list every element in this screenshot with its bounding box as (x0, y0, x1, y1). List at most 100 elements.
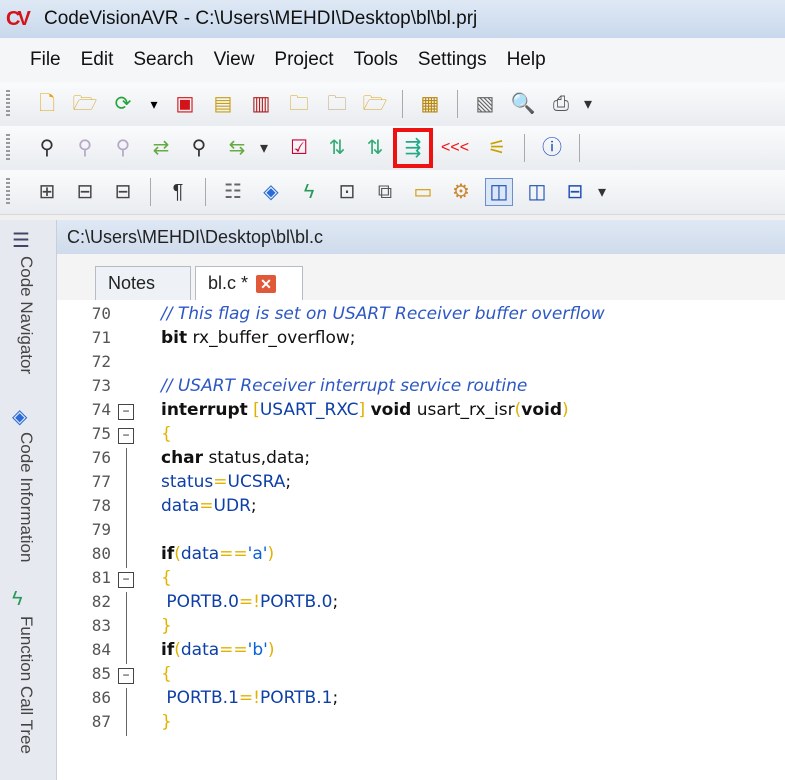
fold-toggle-icon[interactable]: − (118, 572, 134, 588)
menu-project[interactable]: Project (274, 49, 333, 71)
library-icon[interactable]: ▦ (417, 91, 443, 117)
menu-file[interactable]: File (30, 49, 61, 71)
close-file-icon[interactable]: 🗀 (286, 91, 312, 117)
line-number: 77 (91, 472, 111, 491)
compile-icon[interactable]: ⇅ (324, 135, 350, 161)
code-line[interactable]: 73 // USART Receiver interrupt service ro… (57, 376, 785, 400)
code-line[interactable]: 82 PORTB.0=!PORTB.0; (57, 592, 785, 616)
find-next-icon[interactable]: ⚲ (110, 135, 136, 161)
code-line[interactable]: 86 PORTB.1=!PORTB.1; (57, 688, 785, 712)
collapse-all-icon[interactable]: ⊟ (110, 179, 136, 205)
chip-icon[interactable]: ◈ (258, 179, 284, 205)
close-tab-icon[interactable]: ✕ (256, 274, 277, 293)
menu-edit[interactable]: Edit (81, 49, 114, 71)
code-line[interactable]: 87} (57, 712, 785, 736)
build-all-icon[interactable]: ⇶ (393, 128, 434, 168)
code-text: if(data=='a') (161, 544, 274, 564)
tab-notes[interactable]: Notes (95, 266, 191, 300)
fold-toggle-icon[interactable]: − (118, 428, 134, 444)
code-text: { (161, 568, 172, 588)
program-chip-icon[interactable]: <<< (438, 135, 472, 161)
code-navigator-tab[interactable]: Code Navigator (16, 256, 36, 406)
menu-view[interactable]: View (214, 49, 255, 71)
toolbar-grip[interactable] (6, 178, 10, 206)
save-icon[interactable]: ▣ (172, 91, 198, 117)
function-call-tree-icon[interactable]: ϟ (12, 588, 38, 612)
layout-2-icon[interactable]: ◫ (524, 179, 550, 205)
toolbar-grip[interactable] (6, 90, 10, 118)
close-all-icon[interactable]: 🗀 (324, 91, 350, 117)
build-icon[interactable]: ⇅ (362, 135, 388, 161)
code-editor[interactable]: 70 // This flag is set on USART Receiver … (57, 300, 785, 780)
save-all-icon[interactable]: ▤ (210, 91, 236, 117)
new-file-icon[interactable]: 🗋 (34, 91, 60, 117)
code-token: rx_buffer_overflow; (187, 328, 356, 348)
code-navigator-icon[interactable]: ☰ (12, 228, 38, 252)
code-line[interactable]: 81− { (57, 568, 785, 592)
code-text: interrupt [USART_RXC] void usart_rx_isr(… (161, 400, 569, 420)
menu-search[interactable]: Search (133, 49, 193, 71)
check-syntax-icon[interactable]: ☑ (286, 135, 312, 161)
fold-toggle-icon[interactable]: − (118, 668, 134, 684)
collapse-icon[interactable]: ⊟ (72, 179, 98, 205)
toolbar-overflow-icon[interactable]: ▾ (584, 94, 592, 114)
code-line[interactable]: 80 if(data=='a') (57, 544, 785, 568)
toolbar-separator (457, 90, 458, 118)
info-icon[interactable]: ⓘ (539, 135, 565, 161)
code-information-icon[interactable]: ◈ (12, 404, 38, 428)
menu-help[interactable]: Help (507, 49, 546, 71)
open-project-icon[interactable]: 🗁 (362, 91, 388, 117)
paragraph-icon[interactable]: ¶ (165, 179, 191, 205)
code-line[interactable]: 71 bit rx_buffer_overflow; (57, 328, 785, 352)
layout-3-icon[interactable]: ⊟ (562, 179, 588, 205)
expand-icon[interactable]: ⊞ (34, 179, 60, 205)
menu-tools[interactable]: Tools (354, 49, 398, 71)
window-icon[interactable]: ▭ (410, 179, 436, 205)
print-icon[interactable]: ⎙ (548, 91, 574, 117)
code-line[interactable]: 84 if(data=='b') (57, 640, 785, 664)
save-project-icon[interactable]: ▥ (248, 91, 274, 117)
clean-icon[interactable]: ⚟ (484, 135, 510, 161)
toolbar-overflow-icon[interactable]: ▾ (598, 182, 606, 202)
terminal-icon[interactable]: ⧉ (372, 179, 398, 205)
replace-in-files-icon[interactable]: ⇆ (224, 135, 250, 161)
title-bar: CV CodeVisionAVR - C:\Users\MEHDI\Deskto… (0, 0, 785, 38)
fold-guide (126, 544, 127, 568)
open-folder-icon[interactable]: 🗁 (72, 91, 98, 117)
code-token: ; (332, 688, 339, 708)
code-token: { (161, 568, 172, 588)
debug-icon[interactable]: ⚙ (448, 179, 474, 205)
code-line[interactable]: 70 // This flag is set on USART Receiver … (57, 304, 785, 328)
refresh-icon[interactable]: ⟳ (110, 91, 136, 117)
code-line[interactable]: 77 status=UCSRA; (57, 472, 785, 496)
code-line[interactable]: 75− { (57, 424, 785, 448)
code-line[interactable]: 76 char status,data; (57, 448, 785, 472)
code-token: } (161, 616, 172, 636)
menu-settings[interactable]: Settings (418, 49, 487, 71)
code-token: data (161, 496, 200, 516)
code-line[interactable]: 72 (57, 352, 785, 376)
find-prev-icon[interactable]: ⚲ (72, 135, 98, 161)
code-information-tab[interactable]: Code Information (16, 432, 36, 592)
function-icon[interactable]: ϟ (296, 179, 322, 205)
code-text: } (161, 712, 172, 732)
toolbar-grip[interactable] (6, 134, 10, 162)
code-line[interactable]: 74− interrupt [USART_RXC] void usart_rx_i… (57, 400, 785, 424)
code-wizard-icon[interactable]: ☷ (220, 179, 246, 205)
find-in-files-icon[interactable]: ⚲ (186, 135, 212, 161)
code-line[interactable]: 79 (57, 520, 785, 544)
dropdown-icon[interactable]: ▾ (148, 91, 160, 117)
print-preview-icon[interactable]: 🔍 (510, 91, 536, 117)
code-line[interactable]: 83} (57, 616, 785, 640)
toolbar-overflow-icon[interactable]: ▾ (260, 138, 268, 158)
print-setup-icon[interactable]: ▧ (472, 91, 498, 117)
find-icon[interactable]: ⚲ (34, 135, 60, 161)
replace-icon[interactable]: ⇄ (148, 135, 174, 161)
tab-bl-c[interactable]: bl.c * ✕ (195, 266, 303, 300)
function-call-tree-tab[interactable]: Function Call Tree (16, 616, 36, 780)
code-line[interactable]: 78 data=UDR; (57, 496, 785, 520)
code-line[interactable]: 85− { (57, 664, 785, 688)
lcd-icon[interactable]: ⊡ (334, 179, 360, 205)
fold-toggle-icon[interactable]: − (118, 404, 134, 420)
layout-1-icon[interactable]: ◫ (485, 178, 513, 206)
